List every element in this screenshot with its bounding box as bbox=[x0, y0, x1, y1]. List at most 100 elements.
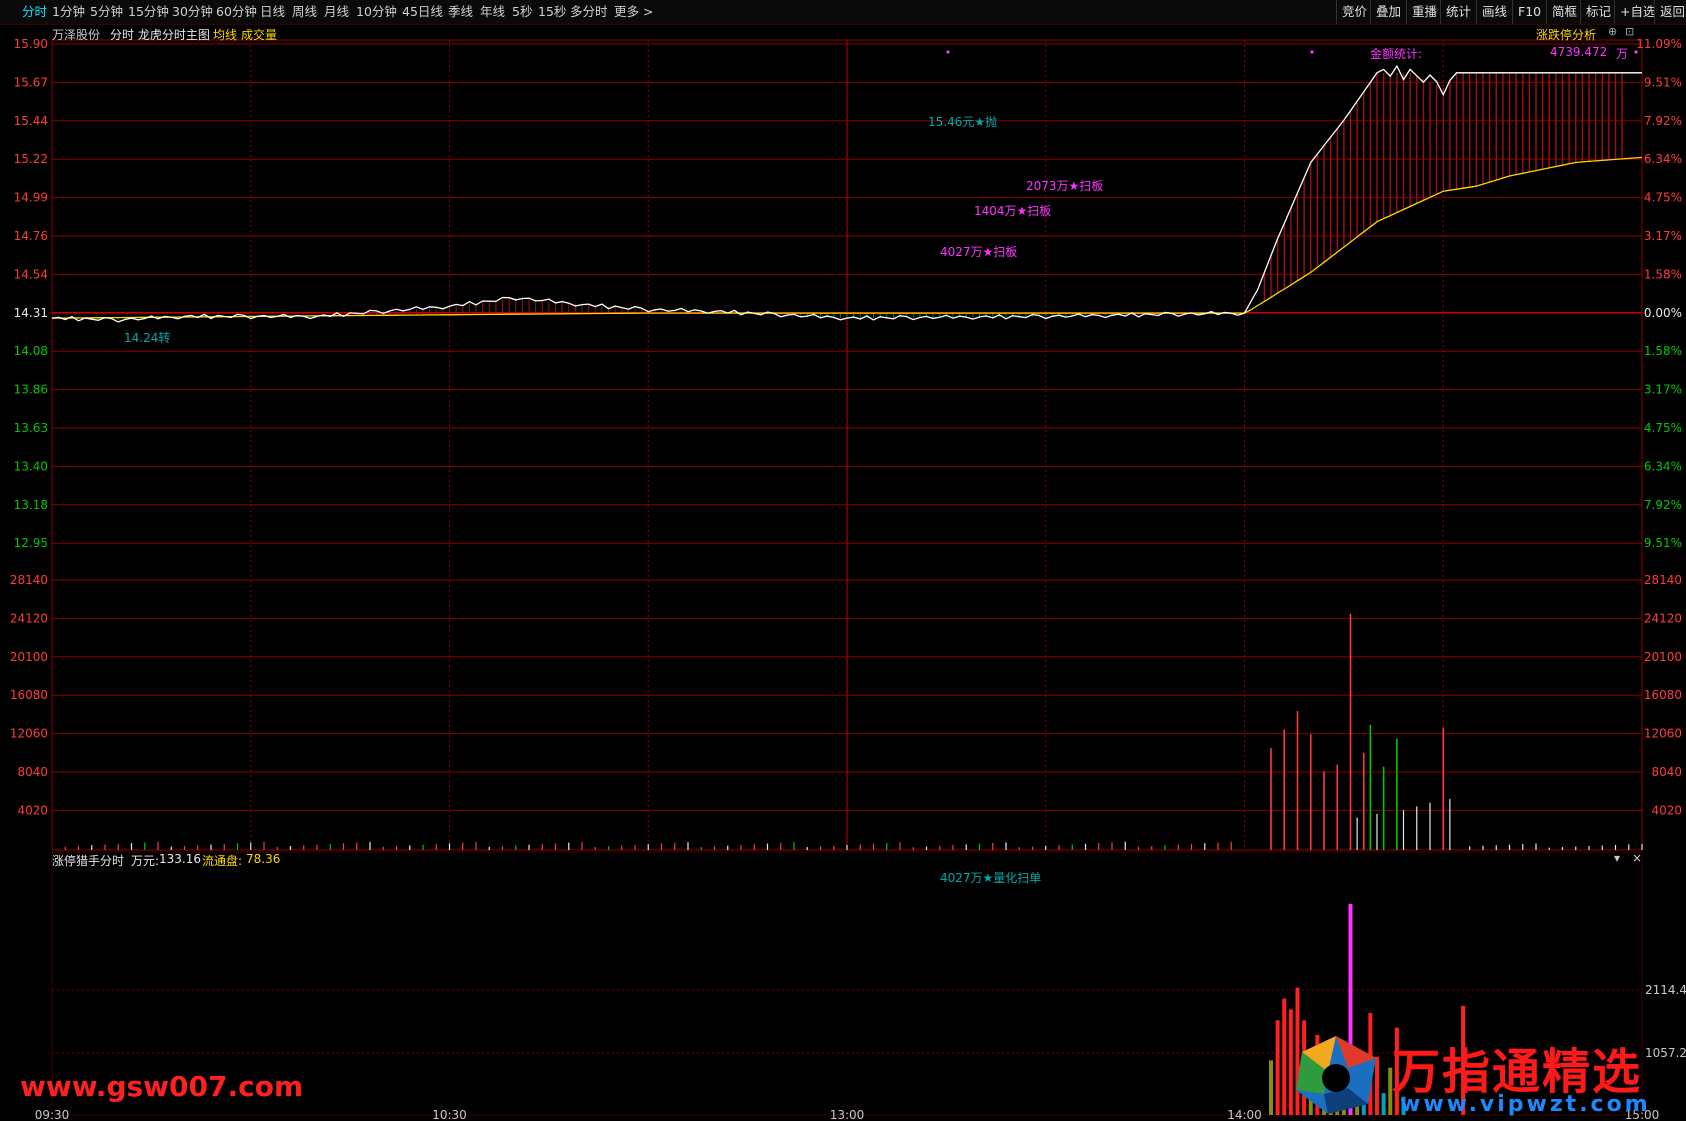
period-tab-11[interactable]: 季线 bbox=[448, 0, 473, 24]
period-tab-6[interactable]: 日线 bbox=[260, 0, 285, 24]
vol-tick-left-6: 4020 bbox=[17, 803, 48, 817]
vol-tick-right-1: 24120 bbox=[1644, 611, 1682, 625]
intraday-chart[interactable]: 15.90 11.09% 15.67 9.51% 15.44 7.92% 15.22 6.34… bbox=[0, 24, 1686, 1121]
limit-analysis-link[interactable]: 涨跌停分析 bbox=[1536, 26, 1596, 43]
pct-tick-right-1: 9.51% bbox=[1644, 75, 1682, 89]
pct-tick-right-5: 3.17% bbox=[1644, 229, 1682, 243]
price-tick-left-9: 13.86 bbox=[14, 383, 48, 397]
period-tab-1[interactable]: 1分钟 bbox=[52, 0, 85, 24]
sub-tick-0: 2114.47 bbox=[1645, 983, 1686, 997]
subpanel-close-icon[interactable]: × bbox=[1632, 851, 1642, 865]
watermark-right-url: www.vipwzt.com bbox=[1400, 1092, 1651, 1117]
pct-tick-right-13: 9.51% bbox=[1644, 536, 1682, 550]
vol-tick-left-3: 16080 bbox=[10, 688, 48, 702]
period-tab-9[interactable]: 10分钟 bbox=[356, 0, 397, 24]
toolbar-button-6[interactable]: 简框 bbox=[1546, 0, 1582, 24]
time-tick-3: 14:00 bbox=[1227, 1108, 1262, 1121]
subpanel-float-label: 流通盘: bbox=[202, 854, 243, 868]
period-tab-16[interactable]: 更多 > bbox=[614, 0, 653, 24]
price-tick-left-3: 15.22 bbox=[14, 152, 48, 166]
logo-icon bbox=[1288, 1032, 1384, 1118]
price-tick-left-12: 13.18 bbox=[14, 498, 48, 512]
period-tab-2[interactable]: 5分钟 bbox=[90, 0, 123, 24]
time-tick-0: 09:30 bbox=[35, 1108, 70, 1121]
amount-unit: 万 bbox=[1616, 47, 1629, 61]
sweep-tag-1: 2073万★扫板 bbox=[1026, 179, 1104, 193]
vol-tick-left-0: 28140 bbox=[10, 573, 48, 587]
subpanel-float-value: 78.36 bbox=[246, 852, 281, 866]
time-tick-2: 13:00 bbox=[830, 1108, 865, 1121]
pct-tick-right-2: 7.92% bbox=[1644, 114, 1682, 128]
price-tick-left-10: 13.63 bbox=[14, 421, 48, 435]
subpanel-dropdown-icon[interactable]: ▾ bbox=[1614, 851, 1620, 865]
price-tick-left-2: 15.44 bbox=[14, 114, 48, 128]
sub-bar-2 bbox=[1282, 998, 1287, 1115]
marker-dot-3 bbox=[1634, 50, 1638, 54]
period-toolbar: 分时 1分钟 5分钟 15分钟 30分钟 60分钟 日线 周线 月线 10分钟 45日线 季线 年线 5秒… bbox=[0, 0, 1686, 25]
vol-tick-right-3: 16080 bbox=[1644, 688, 1682, 702]
pct-tick-right-0: 11.09% bbox=[1636, 37, 1682, 51]
marker-dot-2 bbox=[1310, 50, 1314, 54]
period-tab-4[interactable]: 30分钟 bbox=[172, 0, 213, 24]
price-tick-left-1: 15.67 bbox=[14, 75, 48, 89]
vol-tick-left-4: 12060 bbox=[10, 727, 48, 741]
expand-icon[interactable]: ⊡ bbox=[1625, 25, 1634, 38]
pct-tick-right-10: 4.75% bbox=[1644, 421, 1682, 435]
vol-tick-right-5: 8040 bbox=[1651, 765, 1682, 779]
price-tick-left-6: 14.54 bbox=[14, 267, 48, 281]
period-tab-3[interactable]: 15分钟 bbox=[128, 0, 169, 24]
pct-tick-right-8: 1.58% bbox=[1644, 344, 1682, 358]
sub-tick-1: 1057.23 bbox=[1645, 1046, 1686, 1060]
chart-title: 分时 龙虎分时主图 bbox=[110, 28, 210, 42]
period-tab-5[interactable]: 60分钟 bbox=[216, 0, 257, 24]
price-tick-left-0: 15.90 bbox=[14, 37, 48, 51]
period-tab-8[interactable]: 月线 bbox=[324, 0, 349, 24]
toolbar-button-4[interactable]: 画线 bbox=[1476, 0, 1512, 24]
time-tick-1: 10:30 bbox=[432, 1108, 467, 1121]
toolbar-button-5[interactable]: F10 bbox=[1512, 0, 1546, 24]
pct-tick-right-4: 4.75% bbox=[1644, 191, 1682, 205]
price-tick-left-13: 12.95 bbox=[14, 536, 48, 550]
period-tab-10[interactable]: 45日线 bbox=[402, 0, 443, 24]
period-tab-7[interactable]: 周线 bbox=[292, 0, 317, 24]
vol-tick-left-5: 8040 bbox=[17, 765, 48, 779]
pct-tick-right-6: 1.58% bbox=[1644, 267, 1682, 281]
legend-volume[interactable]: 成交量 bbox=[241, 26, 277, 43]
toolbar-button-0[interactable]: 竞价 bbox=[1336, 0, 1372, 24]
sell-tag: 15.46元★抛 bbox=[928, 115, 998, 129]
period-tab-15[interactable]: 多分时 bbox=[570, 0, 608, 24]
toolbar-button-3[interactable]: 统计 bbox=[1440, 0, 1476, 24]
legend-avg[interactable]: 均线 bbox=[213, 26, 237, 43]
vol-tick-left-2: 20100 bbox=[10, 650, 48, 664]
period-tab-0[interactable]: 分时 bbox=[22, 0, 47, 24]
settings-icon[interactable]: ⊕ bbox=[1608, 25, 1617, 38]
price-tick-left-4: 14.99 bbox=[14, 191, 48, 205]
sub-bar-0 bbox=[1269, 1060, 1273, 1115]
pct-tick-right-12: 7.92% bbox=[1644, 498, 1682, 512]
toolbar-button-9[interactable]: 返回 bbox=[1654, 0, 1686, 24]
pct-tick-right-3: 6.34% bbox=[1644, 152, 1682, 166]
vol-tick-right-6: 4020 bbox=[1651, 803, 1682, 817]
pct-tick-right-7: 0.00% bbox=[1644, 306, 1682, 320]
sweep-tag-2: 1404万★扫板 bbox=[974, 204, 1052, 218]
watermark-left: www.gsw007.com bbox=[20, 1070, 304, 1103]
sub-bar-1 bbox=[1275, 1020, 1280, 1115]
amount-stat-label: 金额统计: bbox=[1370, 47, 1423, 61]
toolbar-button-2[interactable]: 重播 bbox=[1406, 0, 1442, 24]
vol-tick-right-0: 28140 bbox=[1644, 573, 1682, 587]
period-tab-12[interactable]: 年线 bbox=[480, 0, 505, 24]
price-tick-left-7: 14.31 bbox=[14, 306, 48, 320]
toolbar-button-7[interactable]: 标记 bbox=[1580, 0, 1616, 24]
period-tab-13[interactable]: 5秒 bbox=[512, 0, 532, 24]
period-tab-14[interactable]: 15秒 bbox=[538, 0, 566, 24]
stock-name: 万泽股份 bbox=[52, 28, 101, 42]
subpanel-unit-value: 133.16 bbox=[159, 852, 201, 866]
toolbar-button-1[interactable]: 叠加 bbox=[1370, 0, 1406, 24]
subpanel-peak-tag: 4027万★量化扫单 bbox=[940, 871, 1042, 885]
pct-tick-right-11: 6.34% bbox=[1644, 459, 1682, 473]
pct-tick-right-9: 3.17% bbox=[1644, 383, 1682, 397]
subpanel-title: 涨停猎手分时 bbox=[52, 854, 125, 868]
marker-dot-1 bbox=[946, 50, 950, 54]
price-tick-left-8: 14.08 bbox=[14, 344, 48, 358]
price-tick-left-11: 13.40 bbox=[14, 459, 48, 473]
